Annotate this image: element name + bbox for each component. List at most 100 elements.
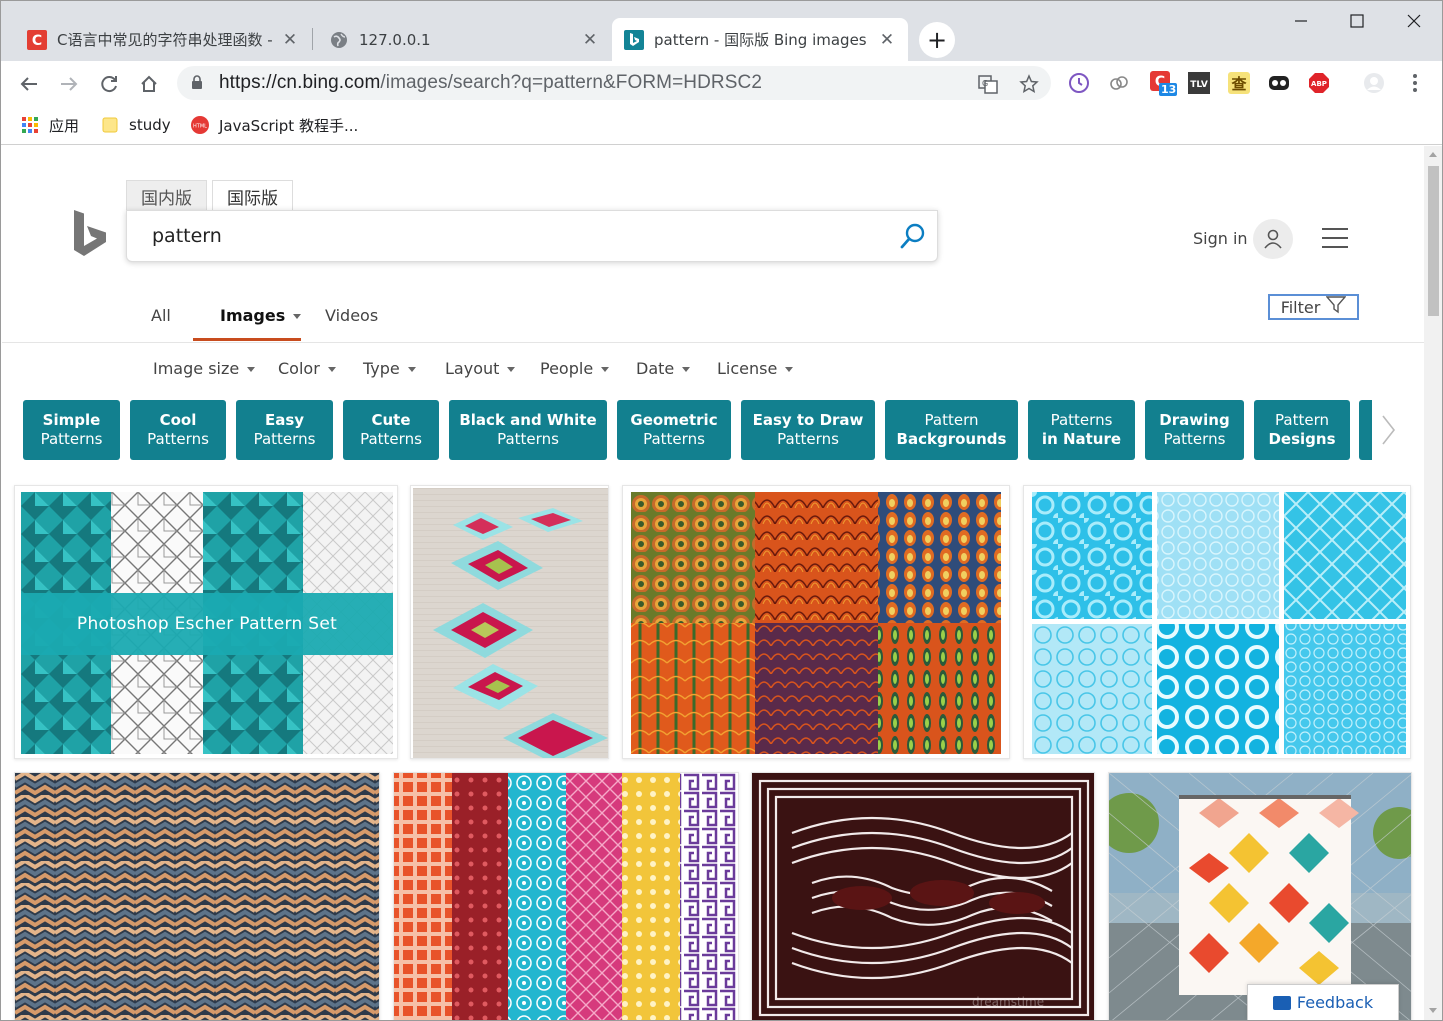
close-tab-icon[interactable]: ✕ xyxy=(878,30,896,50)
filter-button[interactable]: Filter xyxy=(1268,294,1359,320)
bing-icon xyxy=(624,29,644,50)
pill-line-2: Patterns xyxy=(147,430,209,448)
scroll-down-arrow-icon[interactable] xyxy=(1429,1008,1437,1013)
filter-type[interactable]: Type xyxy=(363,359,416,378)
tlv-extension-icon[interactable]: TLV xyxy=(1187,71,1211,95)
dictionary-extension-icon[interactable]: 查 xyxy=(1227,71,1251,95)
related-search-pill[interactable]: Cute Patterns xyxy=(343,400,439,460)
bookmark-star-icon[interactable] xyxy=(1018,73,1040,95)
search-box[interactable]: pattern xyxy=(126,210,938,262)
feedback-button[interactable]: Feedback xyxy=(1247,984,1399,1020)
user-avatar-icon[interactable] xyxy=(1253,219,1293,259)
filter-date[interactable]: Date xyxy=(636,359,691,378)
pill-line-2: in Nature xyxy=(1041,430,1122,448)
bookmark-label: JavaScript 教程手... xyxy=(219,116,359,135)
url-text[interactable]: https://cn.bing.com/images/search?q=patt… xyxy=(219,72,762,94)
related-search-pill[interactable]: Pattern Backgrounds xyxy=(885,400,1018,460)
back-arrow-icon[interactable] xyxy=(13,68,45,100)
tab-csdn[interactable]: C C语言中常见的字符串处理函数 - ✕ xyxy=(15,18,311,61)
filter-label: Layout xyxy=(445,359,500,378)
related-search-pill[interactable]: Pattern Designs xyxy=(1254,400,1350,460)
bookmark-label: study xyxy=(129,116,171,134)
tab-images[interactable]: Images xyxy=(220,306,302,325)
image-result[interactable] xyxy=(410,485,609,759)
related-search-pill[interactable]: Easy to Draw Patterns xyxy=(741,400,875,460)
chevron-down-icon xyxy=(327,367,336,372)
bookmark-study[interactable]: study xyxy=(101,113,171,137)
search-icon[interactable] xyxy=(899,222,927,254)
related-search-pill[interactable]: Geometric Patterns xyxy=(617,400,731,460)
related-search-pill[interactable]: Simple Patterns xyxy=(23,400,120,460)
bookmark-javascript[interactable]: HTML JavaScript 教程手... xyxy=(191,113,358,137)
pill-line-2: Designs xyxy=(1268,430,1336,448)
tab-bing[interactable]: pattern - 国际版 Bing images ✕ xyxy=(612,18,908,61)
tab-videos[interactable]: Videos xyxy=(325,306,378,325)
tab-title: C语言中常见的字符串处理函数 - xyxy=(57,31,273,49)
hamburger-menu-icon[interactable] xyxy=(1322,228,1348,248)
minimize-icon[interactable] xyxy=(1281,7,1321,35)
maximize-icon[interactable] xyxy=(1337,7,1377,35)
close-window-icon[interactable] xyxy=(1394,7,1434,35)
close-tab-icon[interactable]: ✕ xyxy=(581,30,599,50)
related-search-pill[interactable]: Easy Patterns xyxy=(236,400,333,460)
scope-tab-international[interactable]: 国际版 xyxy=(212,180,293,212)
link-extension-icon[interactable] xyxy=(1107,71,1131,95)
image-result[interactable] xyxy=(393,772,739,1020)
translate-icon[interactable]: G xyxy=(977,73,999,95)
related-search-pill[interactable]: Cool Patterns xyxy=(130,400,226,460)
related-search-pill-partial[interactable] xyxy=(1359,400,1372,460)
sign-in-link[interactable]: Sign in xyxy=(1193,229,1248,248)
forward-arrow-icon[interactable] xyxy=(53,68,85,100)
mask-extension-icon[interactable] xyxy=(1267,71,1291,95)
close-tab-icon[interactable]: ✕ xyxy=(281,30,299,50)
image-result[interactable] xyxy=(1023,485,1411,759)
apps-grid-icon xyxy=(21,116,39,134)
chevron-down-icon xyxy=(407,367,416,372)
html-icon: HTML xyxy=(191,116,209,134)
filter-color[interactable]: Color xyxy=(278,359,336,378)
image-result[interactable]: Photoshop Escher Pattern Set xyxy=(14,485,398,759)
filter-people[interactable]: People xyxy=(540,359,610,378)
pill-line-2: Backgrounds xyxy=(896,430,1007,448)
chevron-right-icon[interactable] xyxy=(1380,414,1396,450)
related-search-pill[interactable]: Drawing Patterns xyxy=(1145,400,1244,460)
clock-extension-icon[interactable] xyxy=(1067,71,1091,95)
reload-icon[interactable] xyxy=(93,68,125,100)
image-watermark: dreamstime xyxy=(972,995,1045,1009)
chevron-down-icon xyxy=(293,314,302,319)
related-search-pill[interactable]: Patterns in Nature xyxy=(1028,400,1135,460)
bookmark-apps[interactable]: 应用 xyxy=(21,113,79,137)
scroll-up-arrow-icon[interactable] xyxy=(1429,152,1437,157)
scope-tab-china[interactable]: 国内版 xyxy=(126,180,207,212)
more-menu-icon[interactable] xyxy=(1403,71,1427,95)
image-result[interactable] xyxy=(14,772,380,1020)
filter-label: People xyxy=(540,359,594,378)
related-search-pill[interactable]: Black and White Patterns xyxy=(449,400,607,460)
search-input[interactable]: pattern xyxy=(152,225,222,247)
new-tab-button[interactable]: + xyxy=(919,22,955,58)
tab-localhost[interactable]: 127.0.0.1 ✕ xyxy=(317,18,611,61)
image-result[interactable] xyxy=(622,485,1010,759)
bing-logo-icon[interactable] xyxy=(72,210,108,262)
pill-line-1: Cute xyxy=(371,411,411,429)
url-host: https://cn.bing.com xyxy=(219,72,381,93)
result-image xyxy=(15,773,379,1020)
tab-title: pattern - 国际版 Bing images xyxy=(654,31,867,49)
address-bar[interactable]: https://cn.bing.com/images/search?q=patt… xyxy=(177,66,1051,100)
scrollbar-thumb[interactable] xyxy=(1428,166,1439,316)
filter-image-size[interactable]: Image size xyxy=(153,359,256,378)
home-icon[interactable] xyxy=(133,68,165,100)
filter-license[interactable]: License xyxy=(717,359,794,378)
adblock-plus-icon[interactable]: ABP xyxy=(1307,71,1331,95)
c-extension-icon[interactable]: C 13 xyxy=(1149,71,1177,96)
image-result[interactable]: dreamstime xyxy=(751,772,1095,1020)
filter-layout[interactable]: Layout xyxy=(445,359,516,378)
profile-icon[interactable] xyxy=(1362,71,1386,95)
chevron-down-icon xyxy=(507,367,516,372)
lock-icon[interactable] xyxy=(191,75,203,94)
filter-label: License xyxy=(717,359,778,378)
browser-toolbar: https://cn.bing.com/images/search?q=patt… xyxy=(1,61,1442,105)
page-scrollbar[interactable] xyxy=(1424,146,1442,1020)
extension-badge: 13 xyxy=(1161,83,1177,96)
tab-all[interactable]: All xyxy=(151,306,171,325)
